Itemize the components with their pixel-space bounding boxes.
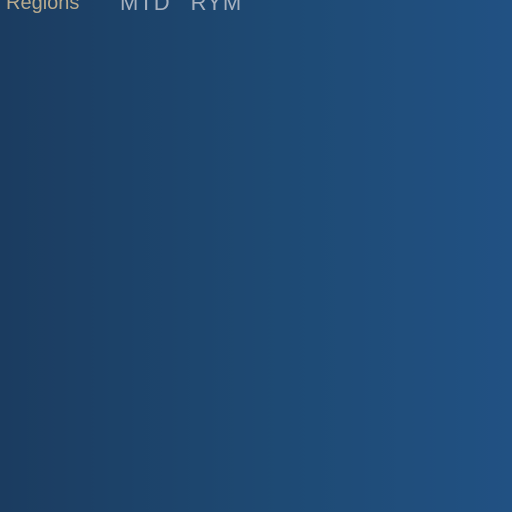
period-tabs: MTD RYM: [120, 0, 242, 16]
regions-filter-label[interactable]: l Regions: [0, 0, 79, 15]
tab-rym[interactable]: RYM: [191, 0, 243, 16]
header-strip: l Regions MTD RYM: [0, 0, 512, 18]
content-area: [0, 18, 512, 512]
tab-mtd[interactable]: MTD: [120, 0, 171, 16]
